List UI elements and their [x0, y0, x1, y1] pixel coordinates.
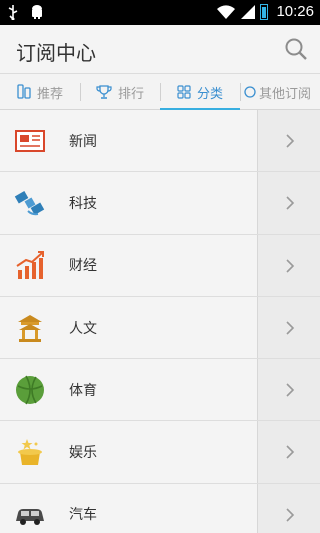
- category-row-news[interactable]: 新闻: [0, 110, 320, 173]
- chevron-right-icon: [286, 445, 295, 460]
- chevron-right-icon: [286, 259, 295, 273]
- category-label: 娱乐: [69, 445, 97, 462]
- category-label: 财经: [69, 258, 97, 275]
- magic-hat-icon: [18, 439, 42, 466]
- category-label: 科技: [69, 195, 97, 212]
- category-row-entertainment[interactable]: 娱乐: [0, 421, 320, 484]
- tab-label: 推荐: [36, 86, 63, 102]
- search-icon[interactable]: [284, 37, 308, 61]
- pavilion-icon: [18, 314, 42, 342]
- car-icon: [16, 508, 44, 525]
- trophy-icon: [96, 85, 112, 99]
- category-label: 汽车: [69, 507, 97, 524]
- category-row-sports[interactable]: 体育: [0, 359, 320, 422]
- chart-up-icon: [16, 250, 44, 279]
- signal-icon: [241, 4, 256, 19]
- battery-icon: [260, 3, 269, 20]
- wifi-icon: [217, 4, 236, 19]
- circle-icon: [244, 86, 256, 98]
- app-header: 订阅中心: [0, 25, 320, 73]
- tab-label: 其他订阅: [259, 86, 312, 102]
- chevron-right-icon: [286, 134, 295, 148]
- phone-icon: [17, 84, 31, 99]
- status-bar: 10:26: [0, 0, 320, 25]
- category-label: 人文: [69, 320, 97, 337]
- tab-other-subscriptions[interactable]: 其他订阅: [240, 74, 320, 110]
- status-time: 10:26: [276, 3, 314, 20]
- category-label: 体育: [69, 382, 97, 399]
- category-row-auto[interactable]: 汽车: [0, 483, 320, 533]
- chevron-right-icon: [286, 508, 295, 522]
- category-list: 新闻 科技 财经 人文 体育 娱乐 汽车: [0, 110, 320, 533]
- tab-recommend[interactable]: 推荐: [0, 74, 80, 110]
- chevron-right-icon: [286, 383, 295, 397]
- chevron-right-icon: [286, 196, 295, 210]
- tab-category[interactable]: 分类: [160, 74, 240, 111]
- category-row-culture[interactable]: 人文: [0, 296, 320, 360]
- category-label: 新闻: [69, 133, 97, 150]
- category-row-tech[interactable]: 科技: [0, 172, 320, 235]
- newspaper-icon: [15, 130, 45, 152]
- grid-icon: [177, 85, 191, 99]
- page-title: 订阅中心: [16, 41, 96, 65]
- tab-label: 排行: [117, 86, 144, 102]
- chevron-right-icon: [286, 321, 295, 335]
- tab-ranking[interactable]: 排行: [80, 74, 160, 110]
- basketball-icon: [16, 375, 44, 405]
- tab-bar: 推荐 排行 分类 其他订阅: [0, 73, 320, 111]
- usb-icon: [8, 5, 18, 20]
- category-row-finance[interactable]: 财经: [0, 234, 320, 297]
- android-icon: [32, 5, 42, 19]
- satellite-icon: [14, 191, 45, 216]
- tab-label: 分类: [196, 86, 223, 102]
